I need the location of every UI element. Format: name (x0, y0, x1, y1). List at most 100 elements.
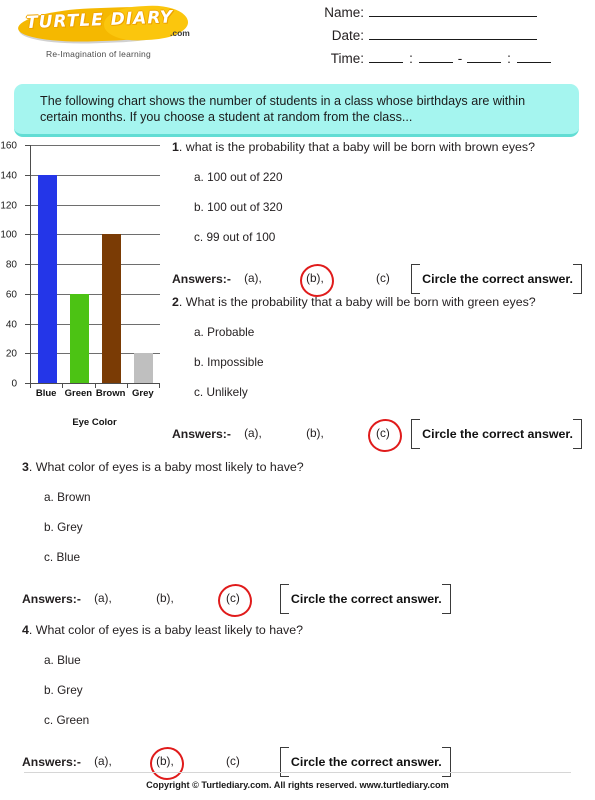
choice-a[interactable]: (a), (240, 426, 266, 440)
box-top-gap (288, 582, 442, 586)
box-top-gap (420, 262, 573, 266)
chart-x-label-blue: Blue (30, 383, 62, 399)
chart-y-tick: 120 (0, 200, 30, 211)
choice-b[interactable]: (b), (302, 426, 328, 440)
question-4-option-a[interactable]: a. Blue (44, 653, 582, 667)
chart-bar-cell (63, 145, 95, 383)
question-3-option-a[interactable]: a. Brown (44, 490, 582, 504)
chart-y-tick-label: 140 (0, 170, 17, 182)
circle-instruction-text: Circle the correct answer. (290, 755, 442, 769)
logo-tagline: Re-Imagination of learning (46, 49, 151, 59)
chart-x-tick-labels: Blue Green Brown Grey (30, 383, 159, 399)
question-2-text: 2. What is the probability that a baby w… (172, 295, 582, 309)
circle-instruction-box: Circle the correct answer. (411, 262, 582, 296)
question-4-number: 4 (22, 623, 29, 637)
question-3-option-c[interactable]: c. Blue (44, 550, 582, 564)
chart-y-tick: 20 (6, 349, 30, 360)
chart-bar-cell (128, 145, 160, 383)
logo-artwork: TURTLE DIARY .com (17, 3, 203, 46)
time-colon-1: : (409, 51, 413, 66)
student-info-fields: Name: Date: Time: : - : (318, 5, 551, 74)
choice-c[interactable]: (c) (370, 271, 396, 285)
question-1-option-b[interactable]: b. 100 out of 320 (194, 200, 582, 214)
question-4-option-c[interactable]: c. Green (44, 713, 582, 727)
chart-y-tick: 60 (6, 289, 30, 300)
question-1-prompt: . what is the probability that a baby wi… (178, 140, 535, 154)
question-2-option-a[interactable]: a. Probable (194, 325, 582, 339)
chart-bar-cell (96, 145, 128, 383)
chart-bar-cell (31, 145, 63, 383)
choice-b-selected[interactable]: (b), (149, 746, 184, 780)
choice-a[interactable]: (a), (240, 271, 266, 285)
chart-y-tick: 100 (0, 230, 30, 241)
name-label: Name: (324, 5, 364, 20)
question-3-option-b[interactable]: b. Grey (44, 520, 582, 534)
question-3-text: 3. What color of eyes is a baby most lik… (22, 460, 582, 474)
time-end-minute-line[interactable] (517, 62, 551, 63)
logo-domain-suffix: .com (170, 28, 190, 38)
question-3-answer-row: Answers:- (a), (b), (c) Circle the correct a… (22, 582, 582, 617)
chart-y-tick-label: 40 (5, 319, 17, 330)
name-input-line[interactable] (369, 16, 537, 17)
time-colon-2: : (507, 51, 511, 66)
time-end-hour-line[interactable] (467, 62, 501, 63)
question-3-prompt: . What color of eyes is a baby most like… (28, 460, 304, 474)
question-4-block: 4. What color of eyes is a baby least li… (22, 623, 582, 780)
question-3-block: 3. What color of eyes is a baby most lik… (22, 460, 582, 617)
choice-c[interactable]: (c) (220, 754, 246, 768)
question-1-text: 1. what is the probability that a baby w… (172, 140, 582, 154)
chart-y-tick: 40 (6, 319, 30, 330)
time-start-minute-line[interactable] (419, 62, 453, 63)
footer-divider (24, 772, 571, 773)
answers-label: Answers:- (172, 427, 231, 441)
answers-label: Answers:- (172, 272, 231, 286)
chart-bars (31, 145, 160, 383)
name-field-row: Name: (318, 5, 551, 28)
chart-bar-blue (37, 174, 57, 383)
question-4-text: 4. What color of eyes is a baby least li… (22, 623, 582, 637)
chart-plot-area: 0 20 40 60 80 100 120 140 160 (0, 141, 160, 390)
date-label: Date: (331, 28, 364, 43)
date-input-line[interactable] (369, 39, 537, 40)
chart-y-tick-label: 100 (0, 229, 17, 241)
chart-x-label-brown: Brown (94, 383, 126, 399)
answers-label: Answers:- (22, 755, 81, 769)
chart-bar-brown (102, 234, 122, 383)
circle-instruction-text: Circle the correct answer. (422, 272, 573, 286)
question-2-option-c[interactable]: c. Unlikely (194, 385, 582, 399)
choice-c-selected[interactable]: (c) (217, 583, 252, 617)
question-1-option-c[interactable]: c. 99 out of 100 (194, 230, 582, 244)
choice-c-selected[interactable]: (c) (367, 418, 402, 452)
box-bottom-gap (420, 447, 573, 451)
time-dash: - (457, 51, 463, 66)
circle-instruction-text: Circle the correct answer. (422, 427, 573, 441)
time-label: Time: (330, 51, 364, 66)
choice-a[interactable]: (a), (90, 754, 116, 768)
question-1-option-a[interactable]: a. 100 out of 220 (194, 170, 582, 184)
question-4-option-b[interactable]: b. Grey (44, 683, 582, 697)
time-field-row: Time: : - : (318, 51, 551, 74)
chart-y-tick-label: 20 (5, 348, 17, 360)
question-2-option-b[interactable]: b. Impossible (194, 355, 582, 369)
choice-b[interactable]: (b), (152, 591, 178, 605)
choice-a[interactable]: (a), (90, 591, 116, 605)
eye-color-bar-chart: 0 20 40 60 80 100 120 140 160 Blue Green Brown Grey… (0, 140, 175, 440)
answers-label: Answers:- (22, 592, 81, 606)
circle-instruction-text: Circle the correct answer. (290, 592, 442, 606)
chart-y-tick-label: 160 (0, 140, 17, 152)
chart-x-label-green: Green (62, 383, 94, 399)
chart-y-tick-label: 60 (5, 289, 17, 301)
chart-y-tick: 140 (0, 170, 30, 181)
question-2-prompt: . What is the probability that a baby wi… (178, 295, 536, 309)
chart-x-axis-end-tick (159, 383, 160, 388)
chart-x-label-grey: Grey (126, 383, 159, 399)
turtle-diary-logo[interactable]: TURTLE DIARY .com Re-Imagination of lear… (17, 3, 213, 59)
instruction-banner: The following chart shows the number of … (14, 84, 579, 137)
question-1-number: 1 (172, 140, 179, 154)
chart-y-tick-label: 80 (5, 259, 17, 271)
chart-x-axis-title: Eye Color (72, 417, 117, 428)
choice-b-selected[interactable]: (b), (299, 263, 334, 297)
time-start-hour-line[interactable] (369, 62, 403, 63)
chart-bar-green (69, 293, 89, 383)
box-bottom-gap (288, 775, 442, 779)
